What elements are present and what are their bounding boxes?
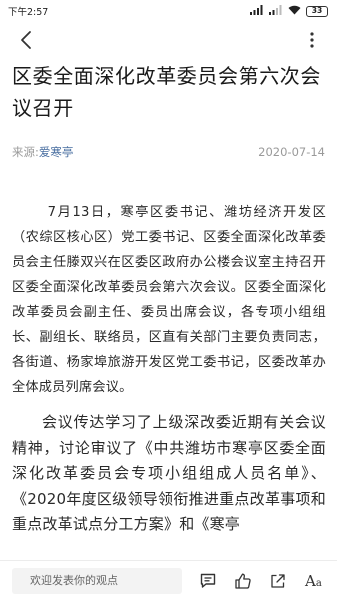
article-source: 来源: 爱寒亭 xyxy=(12,144,73,160)
font-size-small-label: a xyxy=(315,578,322,589)
signal-icon xyxy=(250,4,264,18)
comment-icon xyxy=(200,573,215,588)
wifi-icon xyxy=(288,5,301,18)
share-icon xyxy=(271,574,285,588)
status-time: 下午2:57 xyxy=(8,7,49,18)
comment-input[interactable] xyxy=(12,567,182,594)
font-size-button[interactable]: Aa xyxy=(302,570,324,592)
more-button[interactable] xyxy=(299,27,325,53)
source-name-link[interactable]: 爱寒亭 xyxy=(39,144,74,160)
article-meta: 来源: 爱寒亭 2020-07-14 xyxy=(12,143,325,161)
bottom-action-bar: Aa xyxy=(0,560,337,600)
status-bar: 下午2:57 33 xyxy=(0,0,337,22)
back-button[interactable] xyxy=(13,27,39,53)
comment-button[interactable] xyxy=(197,570,219,592)
thumbs-up-icon xyxy=(235,573,251,589)
article-body: 7月13日，寒亭区委书记、潍坊经济开发区（农综区核心区）党工委书记、区委全面深化… xyxy=(12,200,326,538)
app-bar xyxy=(0,22,337,58)
share-button[interactable] xyxy=(267,570,289,592)
source-label: 来源: xyxy=(12,145,39,159)
signal-icon-2 xyxy=(269,4,283,18)
like-button[interactable] xyxy=(232,570,254,592)
article-paragraph: 7月13日，寒亭区委书记、潍坊经济开发区（农综区核心区）党工委书记、区委全面深化… xyxy=(12,205,326,395)
back-arrow-icon xyxy=(21,31,31,49)
font-size-icon: Aa xyxy=(305,572,322,590)
action-icons: Aa xyxy=(190,561,337,601)
more-vertical-icon xyxy=(310,32,314,48)
article-paragraph: 会议传达学习了上级深改委近期有关会议精神，讨论审议了《中共潍坊市寒亭区委全面深化… xyxy=(12,413,326,533)
article-date: 2020-07-14 xyxy=(258,145,325,159)
battery-icon: 33 xyxy=(306,5,328,17)
status-icons: 33 xyxy=(250,4,328,18)
article-title: 区委全面深化改革委员会第六次会议召开 xyxy=(12,64,321,120)
font-size-big-label: A xyxy=(304,572,316,590)
